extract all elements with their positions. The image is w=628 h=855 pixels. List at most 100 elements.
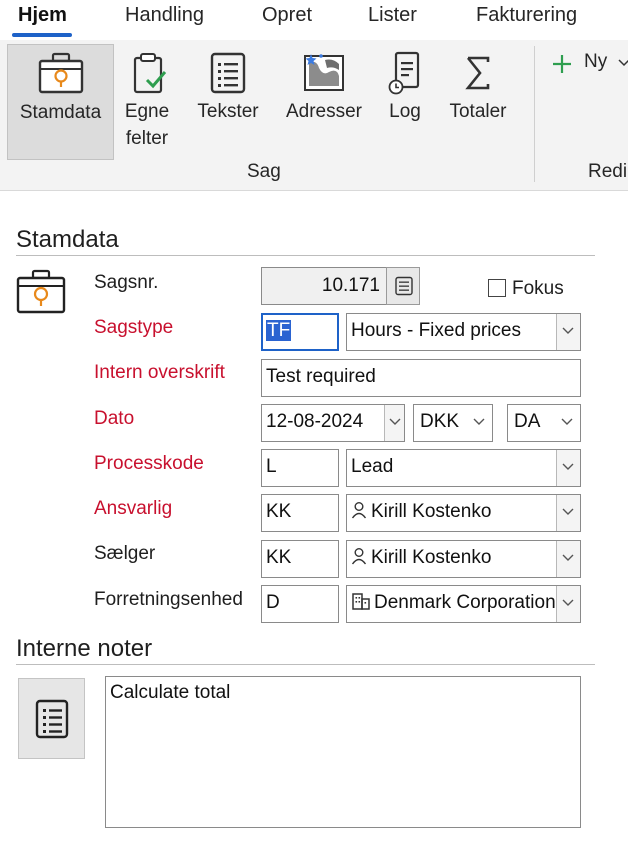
processkode-dropdown[interactable]: Lead bbox=[346, 449, 581, 487]
ansvarlig-dropdown[interactable]: Kirill Kostenko bbox=[346, 494, 581, 532]
tab-lister[interactable]: Lister bbox=[368, 4, 417, 27]
tab-handling[interactable]: Handling bbox=[125, 4, 204, 27]
stamdata-button-label: Stamdata bbox=[19, 102, 102, 123]
language-dropdown[interactable]: DA bbox=[507, 404, 581, 442]
section-title-stamdata: Stamdata bbox=[16, 226, 119, 253]
egne-felter-button[interactable]: Egne felter bbox=[118, 44, 176, 158]
interne-noter-textarea[interactable]: Calculate total bbox=[105, 676, 581, 828]
language-value: DA bbox=[514, 411, 541, 432]
processkode-code-value: L bbox=[266, 456, 277, 477]
person-icon bbox=[351, 548, 367, 565]
sagsnr-field: 10.171 bbox=[261, 267, 387, 305]
currency-dropdown[interactable]: DKK bbox=[413, 404, 493, 442]
tab-fakturering[interactable]: Fakturering bbox=[476, 4, 577, 27]
intern-overskrift-input[interactable]: Test required bbox=[261, 359, 581, 397]
saelger-label: Sælger bbox=[94, 543, 156, 564]
tekster-label: Tekster bbox=[197, 101, 259, 122]
saelger-dropdown[interactable]: Kirill Kostenko bbox=[346, 540, 581, 578]
sagstype-code-input[interactable]: TF bbox=[261, 313, 339, 351]
processkode-label: Processkode bbox=[94, 453, 204, 474]
sagstype-code-selected-text: TF bbox=[266, 320, 292, 341]
intern-overskrift-label: Intern overskrift bbox=[94, 362, 225, 383]
ansvarlig-dropdown-value: Kirill Kostenko bbox=[371, 501, 492, 522]
clipboard-check-icon bbox=[133, 53, 167, 94]
tab-opret[interactable]: Opret bbox=[262, 4, 312, 27]
building-icon bbox=[352, 593, 370, 610]
text-list-icon bbox=[35, 699, 69, 739]
totaler-button[interactable]: Totaler bbox=[442, 44, 514, 158]
sagstype-dropdown-value: Hours - Fixed prices bbox=[351, 320, 521, 341]
dato-value: 12-08-2024 bbox=[266, 411, 364, 432]
processkode-code-input[interactable]: L bbox=[261, 449, 339, 487]
log-history-icon bbox=[388, 51, 420, 95]
saelger-code-input[interactable]: KK bbox=[261, 540, 339, 578]
active-tab-indicator bbox=[12, 33, 72, 37]
section-divider bbox=[16, 664, 595, 665]
chevron-down-icon bbox=[562, 599, 574, 606]
egne-felter-label-line1: Egne bbox=[124, 101, 170, 122]
adresser-label: Adresser bbox=[285, 101, 363, 122]
ny-label: Ny bbox=[584, 51, 608, 72]
chevron-down-icon bbox=[562, 327, 574, 334]
list-icon bbox=[395, 276, 413, 296]
section-title-interne-noter: Interne noter bbox=[16, 635, 153, 662]
ansvarlig-code-input[interactable]: KK bbox=[261, 494, 339, 532]
forretningsenhed-dropdown[interactable]: Denmark Corporation bbox=[346, 585, 581, 623]
dato-picker-toggle[interactable] bbox=[384, 405, 404, 441]
chevron-down-icon bbox=[473, 418, 485, 425]
stamdata-button[interactable]: Stamdata bbox=[7, 44, 114, 160]
currency-value: DKK bbox=[420, 411, 460, 432]
sigma-sum-icon bbox=[465, 56, 490, 90]
chevron-down-icon bbox=[389, 418, 401, 425]
log-button[interactable]: Log bbox=[380, 44, 430, 158]
plus-icon bbox=[553, 55, 571, 73]
saelger-dropdown-value: Kirill Kostenko bbox=[371, 547, 492, 568]
sagsnr-lookup-button[interactable] bbox=[386, 267, 420, 305]
processkode-dropdown-value: Lead bbox=[351, 456, 394, 477]
sagstype-dropdown[interactable]: Hours - Fixed prices bbox=[346, 313, 581, 351]
briefcase-icon bbox=[16, 269, 66, 314]
currency-dropdown-toggle[interactable] bbox=[468, 405, 492, 441]
sagsnr-value: 10.171 bbox=[321, 275, 380, 296]
adresser-button[interactable]: Adresser bbox=[280, 44, 368, 158]
briefcase-icon bbox=[38, 52, 83, 94]
intern-overskrift-value: Test required bbox=[266, 366, 376, 387]
ansvarlig-dropdown-toggle[interactable] bbox=[556, 495, 580, 531]
log-label: Log bbox=[389, 101, 421, 122]
person-icon bbox=[351, 502, 367, 519]
interne-noter-text: Calculate total bbox=[110, 682, 231, 703]
forretningsenhed-label: Forretningsenhed bbox=[94, 589, 243, 610]
chevron-down-icon bbox=[561, 418, 573, 425]
notes-text-list-button[interactable] bbox=[18, 678, 85, 759]
forretningsenhed-code-input[interactable]: D bbox=[261, 585, 339, 623]
tab-hjem[interactable]: Hjem bbox=[18, 4, 67, 27]
language-dropdown-toggle[interactable] bbox=[556, 405, 580, 441]
forretningsenhed-dropdown-toggle[interactable] bbox=[556, 586, 580, 622]
forretningsenhed-code-value: D bbox=[266, 592, 280, 613]
sagstype-label: Sagstype bbox=[94, 317, 174, 338]
ansvarlig-code-value: KK bbox=[266, 501, 292, 522]
tekster-button[interactable]: Tekster bbox=[190, 44, 266, 158]
group-separator bbox=[534, 46, 535, 182]
dato-picker[interactable]: 12-08-2024 bbox=[261, 404, 405, 442]
egne-felter-label-line2: felter bbox=[125, 128, 169, 149]
processkode-dropdown-toggle[interactable] bbox=[556, 450, 580, 486]
chevron-down-icon bbox=[618, 59, 628, 67]
chevron-down-icon bbox=[562, 463, 574, 470]
saelger-code-value: KK bbox=[266, 547, 292, 568]
text-list-icon bbox=[210, 52, 246, 94]
forretningsenhed-dropdown-value: Denmark Corporation bbox=[374, 592, 556, 613]
dato-label: Dato bbox=[94, 408, 135, 429]
sagstype-dropdown-toggle[interactable] bbox=[556, 314, 580, 350]
ny-button[interactable]: Ny bbox=[550, 50, 628, 80]
fokus-label: Fokus bbox=[512, 278, 564, 299]
saelger-dropdown-toggle[interactable] bbox=[556, 541, 580, 577]
ansvarlig-label: Ansvarlig bbox=[94, 498, 173, 519]
section-divider bbox=[16, 255, 595, 256]
chevron-down-icon bbox=[562, 508, 574, 515]
map-address-icon bbox=[304, 54, 344, 91]
ribbon: Stamdata Egne felter Tekster Adresser Lo… bbox=[0, 40, 628, 191]
fokus-checkbox[interactable] bbox=[488, 279, 506, 297]
chevron-down-icon bbox=[562, 554, 574, 561]
totaler-label: Totaler bbox=[449, 101, 507, 122]
